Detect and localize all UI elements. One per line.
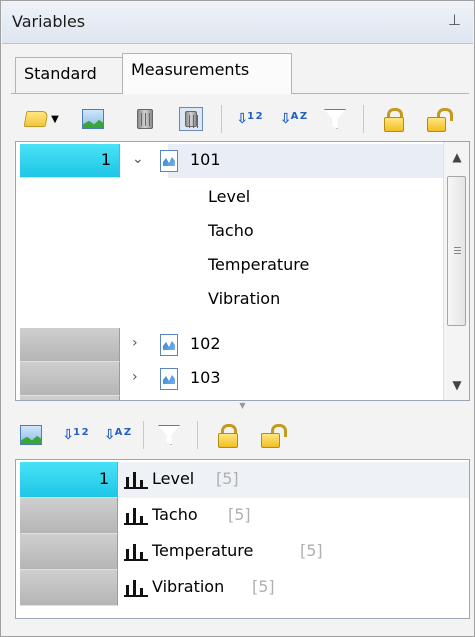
measurement-name: Tacho: [152, 505, 198, 524]
top-toolbar: ▼ ⇩1 2 ⇩A Z: [15, 99, 470, 139]
list-item[interactable]: Temperature [5]: [16, 534, 469, 570]
tab-measurements-label: Measurements: [131, 60, 250, 79]
chart-icon: [82, 109, 104, 129]
tree-item-label: 102: [190, 334, 221, 353]
lock-button[interactable]: [379, 105, 407, 133]
lock-icon: [384, 108, 404, 132]
sort-alpha-icon: ⇩A Z: [103, 427, 131, 443]
unlock-button[interactable]: [425, 105, 453, 133]
tree-row[interactable]: › 103: [16, 362, 444, 396]
scroll-up-icon[interactable]: ▲: [444, 150, 469, 164]
row-index[interactable]: [20, 534, 118, 570]
lock-button[interactable]: [213, 421, 241, 449]
toolbar-separator: [143, 421, 144, 449]
dropdown-arrow-icon: ▼: [51, 113, 59, 125]
tree-child-item[interactable]: Level: [208, 187, 250, 206]
row-index[interactable]: [20, 328, 120, 362]
sort-alpha-icon: ⇩A Z: [279, 111, 307, 127]
tab-measurements[interactable]: Measurements: [122, 53, 292, 94]
bottom-toolbar: ⇩1 2 ⇩A Z: [15, 415, 470, 455]
open-folder-icon: [23, 111, 49, 127]
measurement-count: [5]: [300, 541, 323, 560]
collapse-arrow-icon[interactable]: ⌄: [132, 151, 144, 167]
bar-chart-icon: [124, 543, 148, 561]
expand-arrow-icon[interactable]: ›: [132, 369, 138, 385]
bar-chart-icon: [124, 507, 148, 525]
tree-row[interactable]: 1 ⌄ 101: [16, 144, 444, 178]
expand-arrow-icon[interactable]: ›: [132, 335, 138, 351]
chart-button[interactable]: [79, 105, 107, 133]
document-icon: [160, 334, 178, 356]
open-folder-button[interactable]: ▼: [17, 105, 67, 133]
measurement-name: Level: [152, 469, 195, 488]
tree-item-label: 103: [190, 368, 221, 387]
variables-panel: Variables ⊥ Standard Measurements ▼ ⇩1 2: [0, 0, 475, 637]
scroll-down-icon[interactable]: ▼: [444, 378, 469, 392]
variables-tree[interactable]: 1 ⌄ 101 Level Tacho Temperature Vibratio…: [15, 141, 470, 401]
measurement-count: [5]: [252, 577, 275, 596]
bar-chart-icon: [124, 471, 148, 489]
unlock-icon: [427, 108, 453, 132]
measurement-name: Vibration: [152, 577, 225, 596]
delete-icon: [137, 109, 153, 129]
vertical-scrollbar[interactable]: ▲ ▼: [443, 142, 469, 400]
toolbar-separator: [363, 105, 364, 133]
tree-row[interactable]: › 102: [16, 328, 444, 362]
lock-icon: [218, 424, 238, 448]
row-index[interactable]: [20, 362, 120, 396]
panel-title: Variables: [12, 12, 86, 31]
unlock-button[interactable]: [259, 421, 287, 449]
sort-alpha-button[interactable]: ⇩A Z: [279, 105, 307, 133]
row-index[interactable]: 1: [20, 462, 118, 498]
pin-icon[interactable]: ⊥: [448, 11, 461, 29]
measurement-count: [5]: [216, 469, 239, 488]
sort-numeric-button[interactable]: ⇩1 2: [61, 421, 89, 449]
panel-title-bar: Variables ⊥: [2, 2, 473, 44]
list-item[interactable]: Vibration [5]: [16, 570, 469, 606]
chart-button[interactable]: [17, 421, 45, 449]
row-index[interactable]: 1: [20, 144, 120, 178]
toolbar-separator: [221, 105, 222, 133]
measurement-list[interactable]: 1 Level [5] Tacho [5] Temperature [5] Vi…: [15, 459, 470, 619]
toolbar-separator: [197, 421, 198, 449]
scroll-thumb[interactable]: [447, 176, 466, 326]
delete-button[interactable]: [131, 105, 159, 133]
tab-standard-label: Standard: [24, 64, 97, 83]
unlock-icon: [261, 424, 287, 448]
document-icon: [160, 150, 178, 172]
tree-child-item[interactable]: Vibration: [208, 289, 280, 308]
measurement-name: Temperature: [152, 541, 254, 560]
sort-alpha-button[interactable]: ⇩A Z: [103, 421, 131, 449]
sort-numeric-icon: ⇩1 2: [236, 111, 262, 127]
measurement-count: [5]: [228, 505, 251, 524]
sort-numeric-button[interactable]: ⇩1 2: [235, 105, 263, 133]
filter-button[interactable]: [155, 421, 183, 449]
bar-chart-icon: [124, 579, 148, 597]
delete-all-button[interactable]: [177, 105, 205, 133]
filter-icon: [324, 109, 346, 129]
document-icon: [160, 368, 178, 390]
splitter-handle[interactable]: ▼: [15, 401, 470, 411]
tree-item-label: 101: [190, 150, 221, 169]
tree-child-item[interactable]: Temperature: [208, 255, 309, 274]
filter-button[interactable]: [321, 105, 349, 133]
chart-icon: [20, 425, 42, 445]
row-index[interactable]: [20, 498, 118, 534]
filter-icon: [158, 425, 180, 445]
list-item[interactable]: 1 Level [5]: [16, 462, 469, 498]
sort-numeric-icon: ⇩1 2: [62, 427, 88, 443]
list-item[interactable]: Tacho [5]: [16, 498, 469, 534]
tab-standard[interactable]: Standard: [15, 57, 123, 93]
row-index[interactable]: [20, 570, 118, 606]
delete-all-icon: [179, 107, 203, 131]
tree-child-item[interactable]: Tacho: [208, 221, 254, 240]
